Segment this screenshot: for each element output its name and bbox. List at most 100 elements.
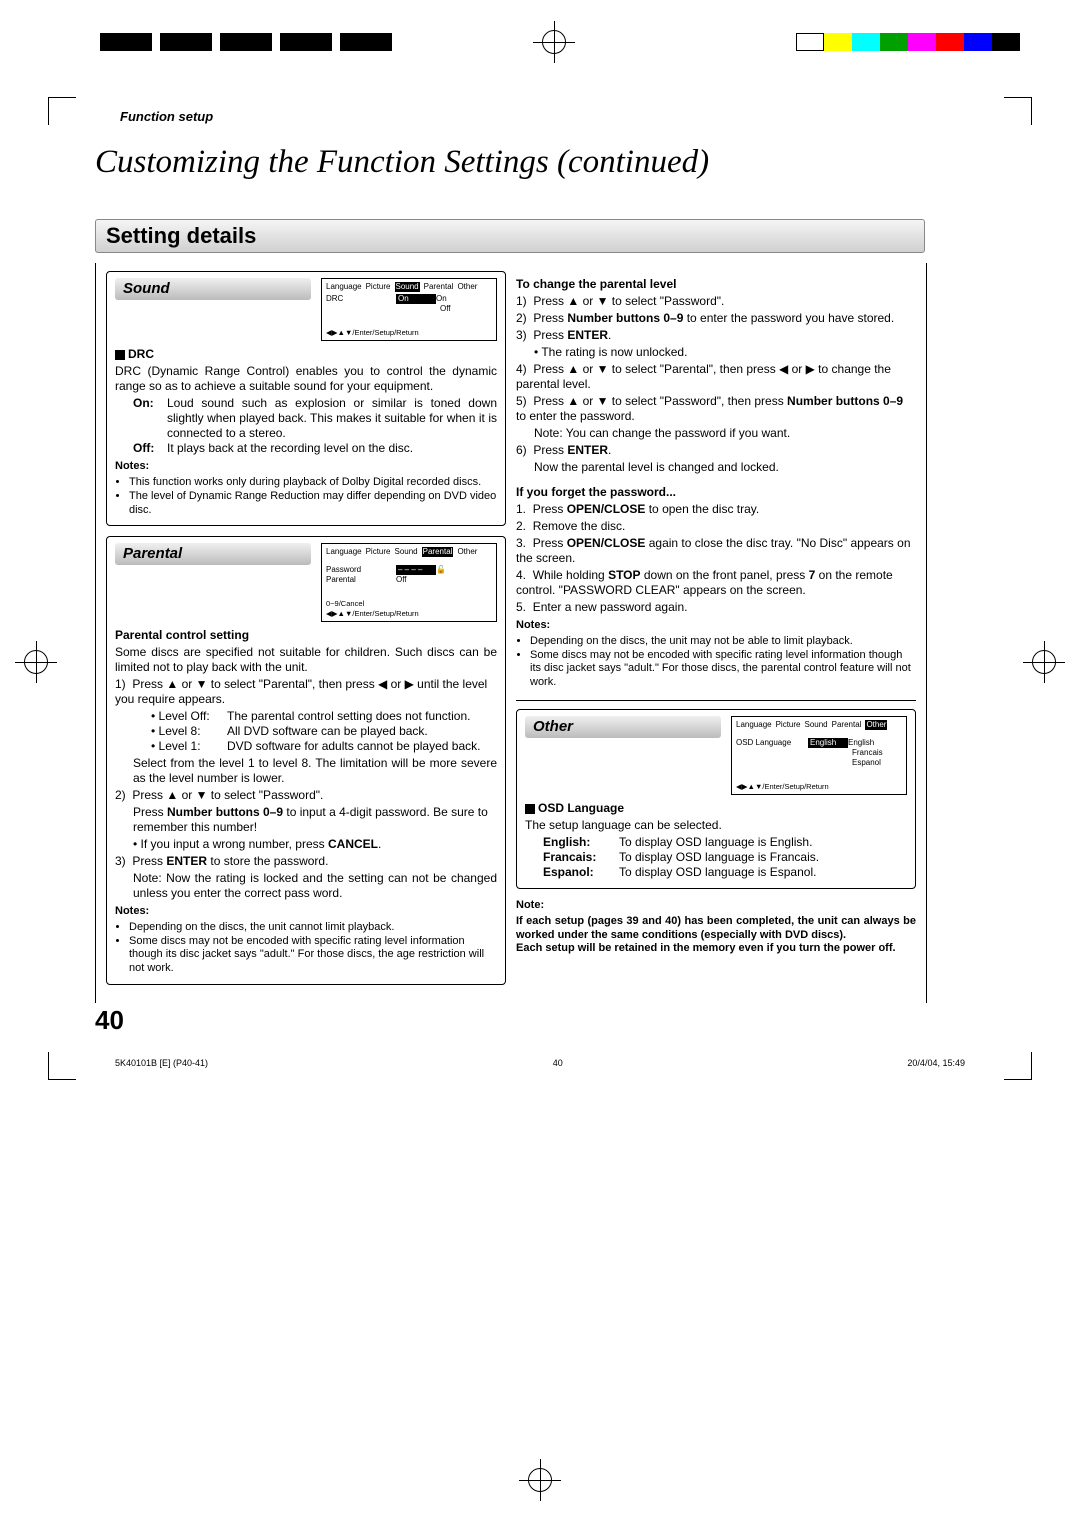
step-text: Press Number buttons 0–9 to input a 4-di… <box>133 805 497 835</box>
drc-on-text: Loud sound such as explosion or similar … <box>167 396 497 441</box>
crop-mark <box>1004 97 1032 125</box>
osd-tab-selected: Parental <box>422 547 454 557</box>
square-icon <box>115 350 125 360</box>
lock-icon: 🔓 <box>436 565 446 575</box>
osd-row-label: Password <box>326 565 396 575</box>
osd-tab: Parental <box>424 282 454 292</box>
step-text: Press ▲ or ▼ to select "Parental", then … <box>115 677 487 706</box>
osd-foot: ◀▶▲▼/Enter/Setup/Return <box>326 328 492 337</box>
step-text: Remove the disc. <box>533 519 626 533</box>
osd-row-label: OSD Language <box>736 738 808 748</box>
registration-mark-bottom <box>528 1468 552 1492</box>
lang-text: To display OSD language is Espanol. <box>619 865 816 880</box>
page-number: 40 <box>95 1005 1020 1036</box>
osd-row-value: English <box>808 738 848 748</box>
osd-row-label: Parental <box>326 575 396 585</box>
osd-tab: Parental <box>832 720 862 730</box>
osd-tab: Picture <box>366 547 391 557</box>
step-text: • The rating is now unlocked. <box>534 345 916 360</box>
osd-lang-heading: OSD Language <box>538 801 624 815</box>
level-text: DVD software for adults cannot be played… <box>227 739 497 754</box>
level-text: All DVD software can be played back. <box>227 724 497 739</box>
step-text: Press ENTER. <box>533 443 611 457</box>
drc-heading: DRC <box>128 347 154 361</box>
registration-mark-top <box>542 30 566 54</box>
osd-tab: Sound <box>395 547 418 557</box>
drc-on-label: On: <box>133 396 167 441</box>
pcs-heading: Parental control setting <box>115 628 497 643</box>
osd-option: English <box>848 738 898 748</box>
osd-option: Off <box>440 304 490 314</box>
osd-tab: Picture <box>366 282 391 292</box>
forget-pw-heading: If you forget the password... <box>516 485 916 500</box>
note-item: The level of Dynamic Range Reduction may… <box>129 490 497 518</box>
note-item: Some discs may not be encoded with speci… <box>530 649 916 690</box>
lang-label: Espanol: <box>543 865 619 880</box>
registration-mark-right <box>1032 650 1056 674</box>
sound-osd: Language Picture Sound Parental Other DR… <box>321 278 497 341</box>
note-item: This function works only during playback… <box>129 476 497 490</box>
step-text: • If you input a wrong number, press CAN… <box>133 837 497 852</box>
footer-file: 5K40101B [E] (P40-41) <box>115 1058 208 1068</box>
osd-tab-selected: Other <box>865 720 887 730</box>
osd-tab-selected: Sound <box>395 282 420 292</box>
drc-description: DRC (Dynamic Range Control) enables you … <box>115 364 497 394</box>
osd-row-value: On <box>396 294 436 304</box>
osd-tab: Other <box>457 282 477 292</box>
note-item: Depending on the discs, the unit cannot … <box>129 921 497 935</box>
print-marks <box>100 30 1020 54</box>
level-label: • Level 8: <box>151 724 227 739</box>
step-text: Enter a new password again. <box>533 600 688 614</box>
step-text: While holding STOP down on the front pan… <box>516 568 893 597</box>
sound-title: Sound <box>115 278 311 300</box>
step-text: Note: You can change the password if you… <box>534 426 916 441</box>
footer-date: 20/4/04, 15:49 <box>907 1058 965 1068</box>
body: Sound Language Picture Sound Parental Ot… <box>95 263 927 1003</box>
crop-mark <box>48 97 76 125</box>
osd-tab: Other <box>457 547 477 557</box>
change-parental-heading: To change the parental level <box>516 277 916 292</box>
notes-heading: Notes: <box>115 460 497 474</box>
lang-label: English: <box>543 835 619 850</box>
level-label: • Level Off: <box>151 709 227 724</box>
osd-option: Espanol <box>852 758 902 768</box>
osd-lang-description: The setup language can be selected. <box>525 818 907 833</box>
left-column: Sound Language Picture Sound Parental Ot… <box>106 271 506 995</box>
osd-row-label: DRC <box>326 294 396 304</box>
notes-heading: Notes: <box>115 905 497 919</box>
notes-list: Depending on the discs, the unit cannot … <box>115 921 497 976</box>
step-text: Select from the level 1 to level 8. The … <box>133 756 497 786</box>
level-text: The parental control setting does not fu… <box>227 709 497 724</box>
step-text: Press ▲ or ▼ to select "Password", then … <box>516 394 903 423</box>
osd-option: Francais <box>852 748 902 758</box>
osd-tab: Language <box>326 282 362 292</box>
step-text: Press ▲ or ▼ to select "Parental", then … <box>516 362 891 391</box>
crop-mark <box>1004 1052 1032 1080</box>
pcs-description: Some discs are specified not suitable fo… <box>115 645 497 675</box>
note-item: Depending on the discs, the unit may not… <box>530 635 916 649</box>
registration-mark-left <box>24 650 48 674</box>
osd-foot: 0~9/Cancel <box>326 599 492 608</box>
osd-option: On <box>436 294 486 304</box>
section-header: Setting details <box>95 219 925 253</box>
step-text: Press OPEN/CLOSE again to close the disc… <box>516 536 911 565</box>
crop-mark <box>48 1052 76 1080</box>
step-text: Now the parental level is changed and lo… <box>534 460 916 475</box>
step-text: Press ENTER. <box>533 328 611 342</box>
section-label: Function setup <box>120 109 1020 124</box>
osd-tab: Language <box>736 720 772 730</box>
osd-tab: Sound <box>805 720 828 730</box>
other-title: Other <box>525 716 721 738</box>
osd-tab: Language <box>326 547 362 557</box>
step-text: Press OPEN/CLOSE to open the disc tray. <box>533 502 760 516</box>
parental-panel: Parental Language Picture Sound Parental… <box>106 536 506 985</box>
drc-off-label: Off: <box>133 441 167 456</box>
notes-list: Depending on the discs, the unit may not… <box>516 635 916 690</box>
right-column: To change the parental level 1) Press ▲ … <box>516 271 916 995</box>
osd-row-value: – – – – <box>396 565 436 575</box>
parental-osd: Language Picture Sound Parental Other Pa… <box>321 543 497 622</box>
step-text: Press ENTER to store the password. <box>132 854 328 868</box>
step-text: Press ▲ or ▼ to select "Password". <box>132 788 323 802</box>
other-panel: Other Language Picture Sound Parental Ot… <box>516 709 916 889</box>
step-text: Press ▲ or ▼ to select "Password". <box>533 294 724 308</box>
